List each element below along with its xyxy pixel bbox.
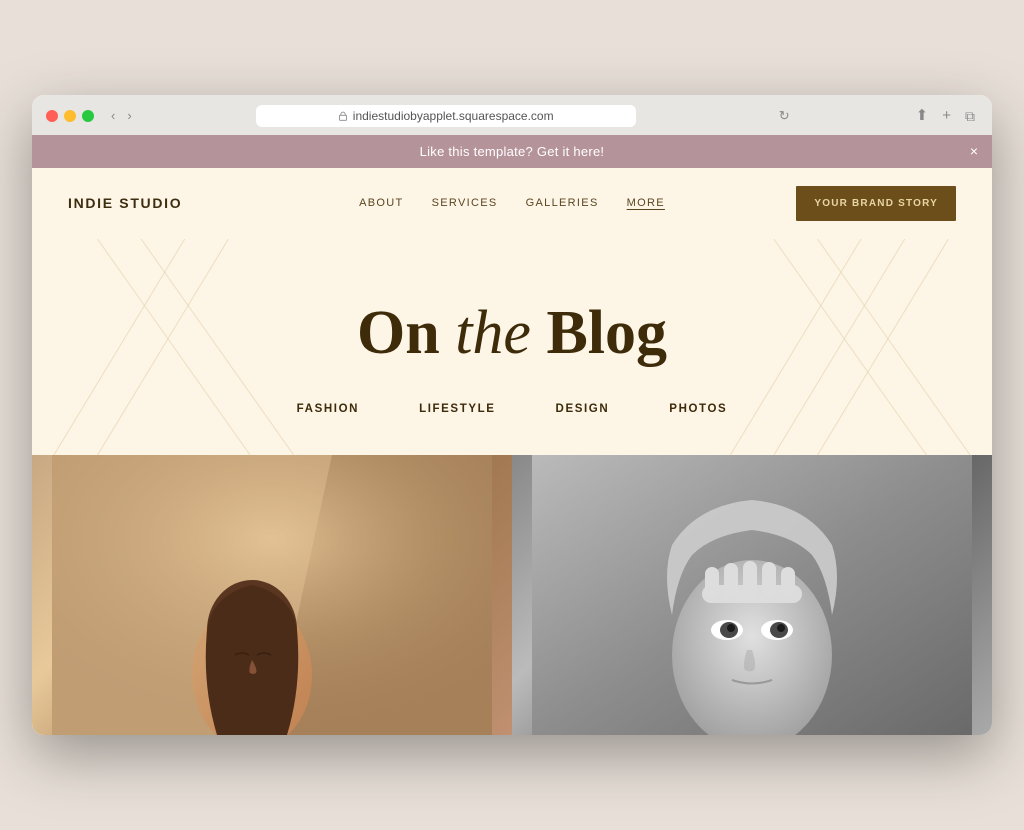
category-design[interactable]: DESIGN [556,403,610,415]
brand-story-button[interactable]: YOUR BRAND STORY [796,186,956,221]
category-fashion[interactable]: FASHION [297,403,359,415]
nav-services[interactable]: SERVICES [432,197,498,209]
hero-title-the: the [455,299,531,367]
browser-chrome: ‹ › indiestudiobyapplet.squarespace.com … [32,95,992,135]
nav-galleries[interactable]: GALLERIES [526,197,599,209]
blog-post-2-image [512,455,992,735]
close-button[interactable] [46,110,58,122]
blog-categories: FASHION LIFESTYLE DESIGN PHOTOS [68,403,956,415]
blog-post-1[interactable] [32,455,512,735]
site-logo[interactable]: INDIE STUDIO [68,195,182,211]
url-text: indiestudiobyapplet.squarespace.com [353,109,554,123]
address-bar[interactable]: indiestudiobyapplet.squarespace.com [256,105,636,127]
lock-icon [338,111,348,121]
blog-post-2[interactable] [512,455,992,735]
site-header: INDIE STUDIO ABOUT SERVICES GALLERIES MO… [32,168,992,239]
browser-controls: ‹ › [108,107,135,124]
announcement-bar: Like this template? Get it here! × [32,135,992,168]
minimize-button[interactable] [64,110,76,122]
blog-grid [32,455,992,735]
traffic-lights [46,110,94,122]
announcement-close-button[interactable]: × [970,144,978,158]
announcement-text: Like this template? Get it here! [420,144,605,159]
maximize-button[interactable] [82,110,94,122]
browser-actions: ⬆ + ⧉ [913,106,978,125]
browser-window: ‹ › indiestudiobyapplet.squarespace.com … [32,95,992,735]
main-nav: ABOUT SERVICES GALLERIES MORE [359,197,665,209]
hero-title-blog: Blog [531,299,667,367]
duplicate-button[interactable]: ⧉ [962,107,978,125]
nav-about[interactable]: ABOUT [359,197,404,209]
forward-button[interactable]: › [124,107,134,124]
category-lifestyle[interactable]: LIFESTYLE [419,403,495,415]
hero-title-on: On [357,299,455,367]
hero-section: On the Blog FASHION LIFESTYLE DESIGN PHO… [32,239,992,455]
new-tab-button[interactable]: + [939,106,954,125]
back-button[interactable]: ‹ [108,107,118,124]
category-photos[interactable]: PHOTOS [669,403,727,415]
hero-title: On the Blog [68,299,956,367]
nav-more[interactable]: MORE [627,197,665,209]
site-content: Like this template? Get it here! × INDIE… [32,135,992,735]
share-button[interactable]: ⬆ [913,106,932,125]
blog-post-1-image [32,455,512,735]
reload-button[interactable]: ↻ [777,106,792,126]
